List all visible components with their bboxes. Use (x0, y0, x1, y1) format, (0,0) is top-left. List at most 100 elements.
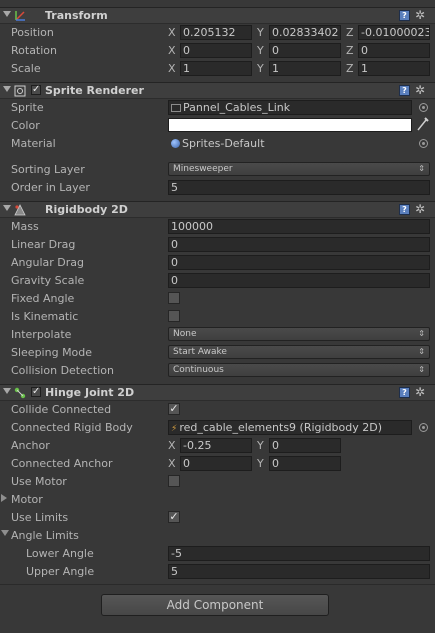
anchor-y-field[interactable]: 0 (269, 438, 341, 453)
use-motor-label: Use Motor (11, 475, 67, 488)
eyedropper-icon[interactable] (416, 117, 429, 132)
angular-drag-field[interactable]: 0 (168, 255, 430, 270)
dropdown-arrows-icon: ⇕ (418, 347, 425, 356)
order-in-layer-label: Order in Layer (11, 181, 90, 194)
transform-header[interactable]: Transform ? ✲ (0, 7, 435, 24)
upper-angle-label: Upper Angle (26, 565, 95, 578)
foldout-arrow-icon[interactable] (3, 388, 11, 394)
is-kinematic-checkbox[interactable] (168, 310, 180, 322)
sorting-layer-value: Minesweeper (173, 164, 233, 174)
object-picker-icon[interactable] (419, 139, 428, 148)
rigidbody-title: Rigidbody 2D (45, 203, 128, 216)
position-z-label: Z (346, 26, 354, 39)
scale-label: Scale (11, 62, 41, 75)
rotation-x-field[interactable]: 0 (180, 43, 252, 58)
rotation-y-field[interactable]: 0 (269, 43, 341, 58)
scale-y-field[interactable]: 1 (269, 61, 341, 76)
connected-anchor-y-label: Y (257, 457, 264, 470)
connected-anchor-label: Connected Anchor (11, 457, 113, 470)
foldout-arrow-icon[interactable] (3, 11, 11, 17)
motor-foldout-icon[interactable] (1, 494, 7, 502)
scale-x-label: X (168, 62, 176, 75)
gear-icon[interactable]: ✲ (415, 202, 425, 216)
object-picker-icon[interactable] (419, 103, 428, 112)
sleeping-mode-label: Sleeping Mode (11, 346, 93, 359)
material-field[interactable]: Sprites-Default (168, 136, 412, 151)
rotation-label: Rotation (11, 44, 58, 57)
lower-angle-field[interactable]: -5 (168, 546, 430, 561)
upper-angle-field[interactable]: 5 (168, 564, 430, 579)
anchor-label: Anchor (11, 439, 50, 452)
use-limits-checkbox[interactable]: ✓ (168, 511, 180, 523)
hinge-joint-header[interactable]: ✓ Hinge Joint 2D ? ✲ (0, 384, 435, 401)
position-z-field[interactable]: -0.01000023 (358, 25, 430, 40)
use-limits-label: Use Limits (11, 511, 69, 524)
sprite-value: Pannel_Cables_Link (183, 101, 291, 114)
rotation-z-label: Z (346, 44, 354, 57)
rotation-x-label: X (168, 44, 176, 57)
collide-connected-checkbox[interactable]: ✓ (168, 403, 180, 415)
connected-anchor-x-field[interactable]: 0 (180, 456, 252, 471)
position-x-label: X (168, 26, 176, 39)
position-label: Position (11, 26, 54, 39)
rigidbody-header[interactable]: Rigidbody 2D ? ✲ (0, 201, 435, 218)
fixed-angle-checkbox[interactable] (168, 292, 180, 304)
anchor-y-label: Y (257, 439, 264, 452)
gravity-scale-field[interactable]: 0 (168, 273, 430, 288)
motor-label[interactable]: Motor (11, 493, 43, 506)
gear-icon[interactable]: ✲ (415, 8, 425, 22)
linear-drag-field[interactable]: 0 (168, 237, 430, 252)
help-icon[interactable]: ? (399, 85, 410, 96)
connected-anchor-x-label: X (168, 457, 176, 470)
sleeping-mode-dropdown[interactable]: Start Awake ⇕ (168, 345, 430, 359)
connected-rigid-body-label: Connected Rigid Body (11, 421, 133, 434)
add-component-button[interactable]: Add Component (101, 594, 329, 616)
interpolate-label: Interpolate (11, 328, 72, 341)
scale-z-field[interactable]: 1 (358, 61, 430, 76)
rigidbody-icon (14, 204, 26, 216)
material-sphere-icon (171, 139, 180, 148)
gear-icon[interactable]: ✲ (415, 83, 425, 97)
help-icon[interactable]: ? (399, 10, 410, 21)
angle-limits-label[interactable]: Angle Limits (11, 529, 79, 542)
hinge-joint-enable-checkbox[interactable]: ✓ (31, 387, 41, 397)
scale-x-field[interactable]: 1 (180, 61, 252, 76)
gear-icon[interactable]: ✲ (415, 385, 425, 399)
collision-detection-dropdown[interactable]: Continuous ⇕ (168, 363, 430, 377)
mass-label: Mass (11, 220, 39, 233)
sprite-renderer-header[interactable]: ✓ Sprite Renderer ? ✲ (0, 82, 435, 99)
angular-drag-label: Angular Drag (11, 256, 84, 269)
collide-connected-label: Collide Connected (11, 403, 112, 416)
hinge-joint-icon (14, 387, 26, 399)
foldout-arrow-icon[interactable] (3, 205, 11, 211)
connected-anchor-y-field[interactable]: 0 (269, 456, 341, 471)
transform-icon (15, 11, 25, 21)
use-motor-checkbox[interactable] (168, 475, 180, 487)
position-y-label: Y (257, 26, 264, 39)
rigidbody-ref-icon: ⚡ (171, 424, 178, 434)
interpolate-dropdown[interactable]: None ⇕ (168, 327, 430, 341)
object-picker-icon[interactable] (419, 423, 428, 432)
dropdown-arrows-icon: ⇕ (418, 365, 425, 374)
rotation-z-field[interactable]: 0 (358, 43, 430, 58)
sprite-renderer-enable-checkbox[interactable]: ✓ (31, 85, 41, 95)
foldout-arrow-icon[interactable] (3, 86, 11, 92)
help-icon[interactable]: ? (399, 204, 410, 215)
color-label: Color (11, 119, 40, 132)
position-y-field[interactable]: 0.02833402 (269, 25, 341, 40)
order-in-layer-field[interactable]: 5 (168, 180, 430, 195)
anchor-x-field[interactable]: -0.25 (180, 438, 252, 453)
angle-limits-foldout-icon[interactable] (1, 530, 9, 536)
gravity-scale-label: Gravity Scale (11, 274, 85, 287)
mass-field[interactable]: 100000 (168, 219, 430, 234)
sprite-label: Sprite (11, 101, 44, 114)
lower-angle-label: Lower Angle (26, 547, 94, 560)
sprite-field[interactable]: Pannel_Cables_Link (168, 100, 412, 115)
position-x-field[interactable]: 0.205132 (180, 25, 252, 40)
dropdown-arrows-icon: ⇕ (418, 164, 425, 173)
transform-title: Transform (45, 9, 108, 22)
sorting-layer-dropdown[interactable]: Minesweeper ⇕ (168, 162, 430, 176)
connected-rigid-body-field[interactable]: ⚡ red_cable_elements9 (Rigidbody 2D) (168, 420, 412, 435)
help-icon[interactable]: ? (399, 387, 410, 398)
color-swatch[interactable] (168, 118, 412, 132)
